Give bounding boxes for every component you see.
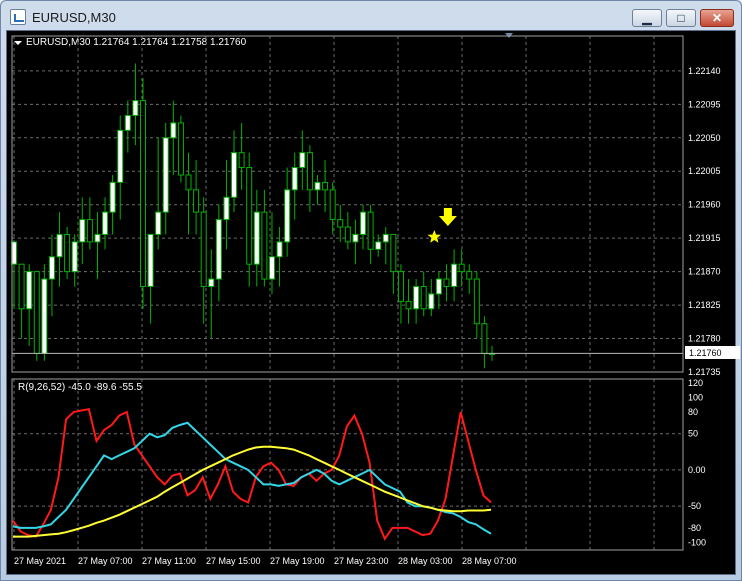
candle-body bbox=[56, 233, 63, 258]
candle-body bbox=[261, 211, 268, 280]
candle-body bbox=[367, 211, 374, 250]
price-tick-label: 1.21960 bbox=[688, 200, 721, 210]
time-tick-label: 28 May 07:00 bbox=[462, 556, 517, 566]
price-tick-label: 1.22095 bbox=[688, 99, 721, 109]
candle-body bbox=[405, 300, 412, 310]
candle-body bbox=[208, 278, 215, 287]
indicator-label: R(9,26,52) -45.0 -89.6 -55.5 bbox=[18, 382, 142, 393]
candle-body bbox=[132, 100, 139, 116]
candle-body bbox=[139, 100, 146, 287]
indicator-tick-label: 0.00 bbox=[688, 465, 706, 475]
candle-body bbox=[382, 233, 389, 243]
price-tag: 1.21760 bbox=[689, 348, 722, 358]
candle-body bbox=[306, 152, 313, 191]
candle-body bbox=[41, 278, 48, 354]
time-tick-label: 27 May 19:00 bbox=[270, 556, 325, 566]
time-tick-label: 27 May 15:00 bbox=[206, 556, 261, 566]
indicator-tick-label: -50 bbox=[688, 501, 701, 511]
indicator-tick-label: 100 bbox=[688, 392, 703, 402]
candle-body bbox=[481, 323, 488, 354]
price-tick-label: 1.22050 bbox=[688, 133, 721, 143]
candle-body bbox=[268, 256, 275, 280]
candle-body bbox=[79, 219, 86, 243]
candle-body bbox=[64, 233, 71, 273]
candle-body bbox=[109, 181, 116, 213]
candle-body bbox=[26, 271, 33, 310]
price-tick-label: 1.21870 bbox=[688, 267, 721, 277]
candle-body bbox=[428, 293, 435, 310]
candle-body bbox=[117, 129, 124, 183]
time-tick-label: 28 May 03:00 bbox=[398, 556, 453, 566]
candle-body bbox=[458, 263, 465, 273]
candle-body bbox=[420, 285, 427, 310]
symbol-dropdown-icon[interactable] bbox=[14, 41, 22, 45]
candle-body bbox=[451, 263, 458, 287]
candle-body bbox=[246, 167, 253, 265]
indicator-series-line bbox=[12, 421, 492, 535]
candle-body bbox=[314, 181, 321, 191]
candle-body bbox=[291, 167, 298, 191]
candle-body bbox=[86, 219, 93, 243]
candle-body bbox=[155, 211, 162, 235]
candle-body bbox=[390, 233, 397, 273]
indicator-tick-label: -80 bbox=[688, 523, 701, 533]
candle-body bbox=[435, 278, 442, 295]
candle-body bbox=[162, 137, 169, 213]
symbol-info: EURUSD,M30 1.21764 1.21764 1.21758 1.217… bbox=[26, 37, 247, 48]
time-tick-label: 27 May 11:00 bbox=[142, 556, 196, 566]
candle-body bbox=[413, 285, 420, 310]
candle-body bbox=[33, 271, 40, 354]
time-tick-label: 27 May 23:00 bbox=[334, 556, 389, 566]
candle-body bbox=[177, 122, 184, 176]
price-tick-label: 1.21735 bbox=[688, 367, 721, 377]
indicator-tick-label: 120 bbox=[688, 378, 703, 388]
candle-body bbox=[284, 189, 291, 243]
candle-body bbox=[170, 122, 177, 139]
indicator-tick-label: 50 bbox=[688, 429, 698, 439]
candle-body bbox=[102, 211, 109, 235]
candle-body bbox=[223, 196, 230, 221]
time-tick-label: 27 May 2021 bbox=[14, 556, 66, 566]
indicator-tick-label: 80 bbox=[688, 407, 698, 417]
chart-canvas[interactable]: EURUSD,M30 1.21764 1.21764 1.21758 1.217… bbox=[0, 0, 742, 581]
price-tick-label: 1.22140 bbox=[688, 66, 721, 76]
price-tick-label: 1.21825 bbox=[688, 300, 721, 310]
candle-body bbox=[360, 211, 367, 235]
candle-body bbox=[329, 189, 336, 221]
candle-body bbox=[18, 263, 25, 310]
price-tick-label: 1.21915 bbox=[688, 233, 721, 243]
star-icon bbox=[427, 230, 441, 243]
candle-body bbox=[473, 278, 480, 325]
candle-body bbox=[443, 278, 450, 287]
price-tick-label: 1.21780 bbox=[688, 334, 721, 344]
candle-body bbox=[185, 174, 192, 191]
candle-body bbox=[276, 241, 283, 258]
candle-body bbox=[147, 233, 154, 287]
candle-body bbox=[337, 219, 344, 228]
candle-body bbox=[48, 256, 55, 280]
candle-body bbox=[94, 233, 101, 243]
candle-body bbox=[344, 226, 351, 243]
indicator-panel-border bbox=[11, 378, 684, 551]
price-tick-label: 1.22005 bbox=[688, 166, 721, 176]
candle-body bbox=[352, 233, 359, 243]
candle-body bbox=[124, 114, 131, 131]
candle-body bbox=[193, 189, 200, 213]
candle-body bbox=[397, 271, 404, 302]
indicator-tick-label: -100 bbox=[688, 537, 706, 547]
candle-body bbox=[215, 219, 222, 280]
arrow-down-icon bbox=[438, 208, 457, 226]
candle-body bbox=[299, 152, 306, 169]
candle-body bbox=[71, 241, 78, 273]
candle-body bbox=[466, 271, 473, 280]
candle-body bbox=[253, 211, 260, 265]
candle-body bbox=[231, 152, 238, 198]
candle-body bbox=[238, 152, 245, 169]
candle-body bbox=[375, 241, 382, 250]
time-tick-label: 27 May 07:00 bbox=[78, 556, 133, 566]
candle-body bbox=[322, 181, 329, 191]
candle-body bbox=[200, 211, 207, 287]
